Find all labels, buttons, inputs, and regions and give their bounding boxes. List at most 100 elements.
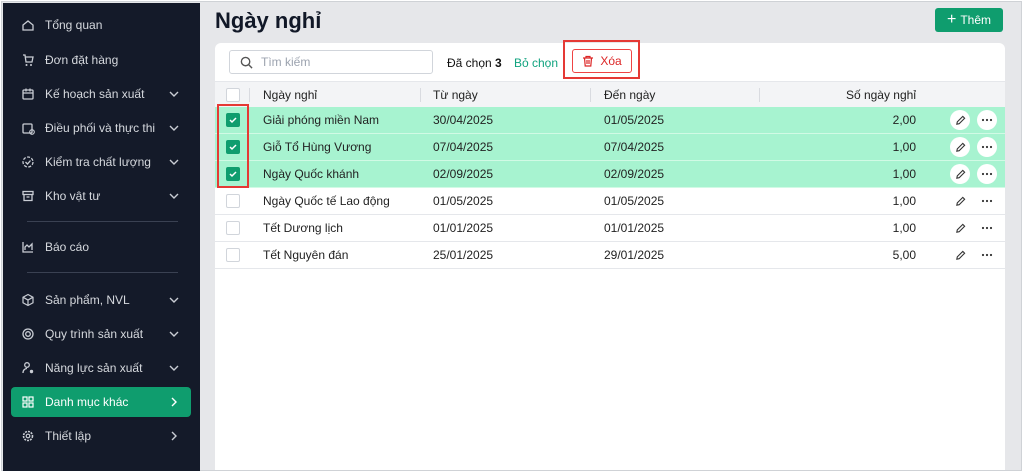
column-divider [249,88,250,102]
user-gear-icon [22,362,34,374]
sidebar-item-5[interactable]: Kho vật tư [11,181,191,211]
sidebar-item-label: Danh mục khác [45,395,129,409]
cell-to: 01/01/2025 [604,221,665,235]
cell-from: 30/04/2025 [433,113,494,127]
chevron-down-icon [169,297,179,303]
cell-days: 1,00 [892,194,916,208]
more-button[interactable] [977,137,997,157]
sidebar-item-9[interactable]: Năng lực sản xuất [11,353,191,383]
calendar-clock-icon [22,123,35,135]
edit-button[interactable] [950,191,970,211]
cell-from: 01/01/2025 [433,221,494,235]
sidebar-item-label: Kiểm tra chất lượng [45,155,151,169]
table-row[interactable]: Giỗ Tổ Hùng Vương 07/04/2025 07/04/2025 1,0… [215,134,1005,161]
sidebar-item-7[interactable]: Sản phẩm, NVL [11,285,191,315]
sidebar-divider [27,272,178,273]
cell-from: 25/01/2025 [433,248,494,262]
pencil-icon [955,169,965,179]
column-divider [420,88,421,102]
sidebar-item-label: Đơn đặt hàng [45,53,119,67]
sidebar: Tổng quan Đơn đặt hàng Kế hoạch sản xuất Đi… [3,3,200,471]
sidebar-item-label: Báo cáo [45,240,90,254]
home-icon [22,20,34,31]
row-checkbox[interactable] [226,221,240,235]
sidebar-item-2[interactable]: Kế hoạch sản xuất [11,79,191,109]
more-button[interactable] [977,164,997,184]
sidebar-item-label: Kho vật tư [45,189,101,203]
grid-icon [22,396,34,408]
chart-icon [22,242,33,253]
table-header: Ngày nghỉ Từ ngày Đến ngày Số ngày nghỉ [215,81,1005,107]
table-row[interactable]: Giải phóng miền Nam 30/04/2025 01/05/2025 2… [215,107,1005,134]
sidebar-item-1[interactable]: Đơn đặt hàng [11,45,191,75]
sidebar-item-label: Tổng quan [45,18,103,32]
more-button[interactable] [977,110,997,130]
row-checkbox[interactable] [226,248,240,262]
highlight-checkboxes [217,104,249,188]
selected-count: Đã chọn 3 [447,56,502,70]
calendar-icon [22,88,34,100]
table-row[interactable]: Tết Nguyên đán 25/01/2025 29/01/2025 5,00 [215,242,1005,269]
header-name: Ngày nghỉ [263,87,318,102]
plus-icon: + [946,11,957,28]
cell-days: 1,00 [892,140,916,154]
chevron-down-icon [169,365,179,371]
archive-icon [22,190,34,202]
more-button[interactable] [977,191,997,211]
cell-to: 29/01/2025 [604,248,665,262]
edit-button[interactable] [950,245,970,265]
table-row[interactable]: Tết Dương lịch 01/01/2025 01/01/2025 1,00 [215,215,1005,242]
cell-from: 02/09/2025 [433,167,494,181]
search-placeholder: Tìm kiếm [261,55,311,69]
table-row[interactable]: Ngày Quốc tế Lao động 01/05/2025 01/05/202… [215,188,1005,215]
more-icon [981,145,993,149]
sidebar-item-10[interactable]: Danh mục khác [11,387,191,417]
cell-to: 01/05/2025 [604,113,665,127]
sidebar-item-label: Sản phẩm, NVL [45,293,130,307]
edit-button[interactable] [950,137,970,157]
sidebar-divider [27,221,178,222]
row-checkbox[interactable] [226,194,240,208]
more-button[interactable] [977,245,997,265]
sidebar-item-3[interactable]: Điều phối và thực thi [11,113,191,143]
unselect-link[interactable]: Bỏ chọn [514,56,558,70]
search-input[interactable]: Tìm kiếm [229,50,433,74]
holidays-card: Tìm kiếm Đã chọn 3 Bỏ chọn Xóa Ngày nghỉ… [215,43,1005,470]
sidebar-item-label: Quy trình sản xuất [45,327,144,341]
more-icon [981,172,993,176]
edit-button[interactable] [950,164,970,184]
cell-name: Tết Nguyên đán [263,248,349,262]
chevron-down-icon [169,159,179,165]
pencil-icon [955,115,965,125]
sidebar-item-6[interactable]: Báo cáo [11,232,191,262]
check-circle-icon [22,156,34,168]
edit-button[interactable] [950,110,970,130]
pencil-icon [955,196,965,206]
chevron-down-icon [169,91,179,97]
search-icon [240,56,253,69]
more-button[interactable] [977,218,997,238]
sidebar-item-8[interactable]: Quy trình sản xuất [11,319,191,349]
more-icon [981,253,993,257]
sidebar-item-4[interactable]: Kiểm tra chất lượng [11,147,191,177]
chevron-down-icon [169,125,179,131]
add-button[interactable]: + Thêm [935,8,1003,32]
process-icon [22,328,34,340]
chevron-right-icon [171,431,177,441]
highlight-delete [563,40,640,79]
edit-button[interactable] [950,218,970,238]
cell-days: 5,00 [892,248,916,262]
select-all-checkbox[interactable] [226,88,240,102]
cell-from: 01/05/2025 [433,194,494,208]
table-row[interactable]: Ngày Quốc khánh 02/09/2025 02/09/2025 1,00 [215,161,1005,188]
cell-name: Giải phóng miền Nam [263,113,380,127]
selected-prefix: Đã chọn [447,56,492,70]
cell-days: 1,00 [892,221,916,235]
cell-to: 01/05/2025 [604,194,665,208]
more-icon [981,226,993,230]
sidebar-item-11[interactable]: Thiết lập [11,421,191,451]
column-divider [590,88,591,102]
cell-name: Ngày Quốc khánh [263,167,360,181]
sidebar-item-0[interactable]: Tổng quan [11,10,191,40]
header-from: Từ ngày [433,87,478,102]
